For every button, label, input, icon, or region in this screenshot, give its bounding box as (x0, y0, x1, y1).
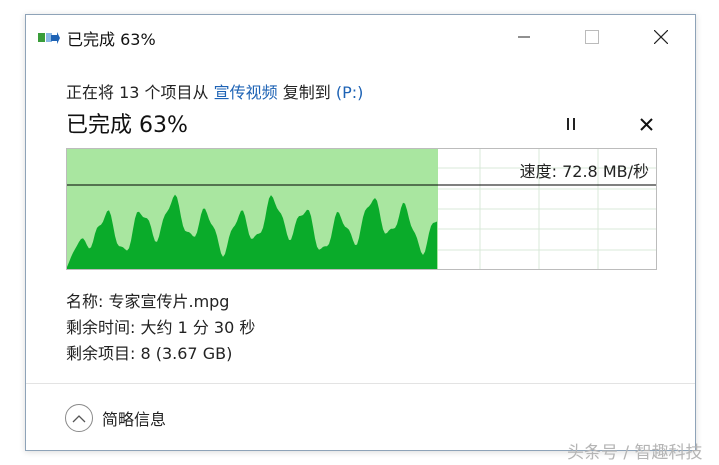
close-button[interactable] (638, 15, 684, 59)
pause-button[interactable] (556, 113, 586, 135)
maximize-icon (585, 30, 599, 44)
speed-label: 速度: 72.8 MB/秒 (519, 162, 649, 181)
cancel-button[interactable] (631, 113, 661, 135)
description-middle: 复制到 (277, 83, 336, 102)
close-icon (654, 30, 668, 44)
watermark: 头条号 / 智趣科技 (567, 443, 703, 463)
source-folder-link[interactable]: 宣传视频 (214, 83, 278, 102)
fewer-details-toggle[interactable]: 简略信息 (65, 404, 166, 432)
title-bar[interactable]: 已完成 63% (26, 15, 695, 59)
copy-description: 正在将 13 个项目从 宣传视频 复制到 (P:) (66, 79, 363, 103)
progress-status: 已完成 63% (66, 113, 188, 138)
items-remaining: 剩余项目: 8 (3.67 GB) (66, 344, 233, 363)
fewer-details-label: 简略信息 (102, 410, 167, 429)
window-title: 已完成 63% (67, 30, 156, 49)
minimize-icon (518, 36, 530, 38)
chevron-up-icon (65, 404, 93, 432)
minimize-button[interactable] (501, 15, 547, 59)
pause-icon (567, 118, 575, 130)
destination-link[interactable]: (P:) (336, 83, 364, 102)
time-remaining: 剩余时间: 大约 1 分 30 秒 (66, 318, 256, 337)
copy-progress-dialog: 已完成 63% 正在将 13 个项目从 宣传视频 复制到 (P:) 已完成 63… (25, 14, 696, 451)
speed-graph: 速度: 72.8 MB/秒 (66, 148, 657, 270)
cancel-icon (639, 117, 653, 131)
footer-divider (26, 383, 695, 384)
maximize-button[interactable] (569, 15, 615, 59)
file-name: 名称: 专家宣传片.mpg (66, 292, 230, 311)
copy-files-icon (38, 30, 60, 44)
description-prefix: 正在将 13 个项目从 (66, 83, 214, 102)
